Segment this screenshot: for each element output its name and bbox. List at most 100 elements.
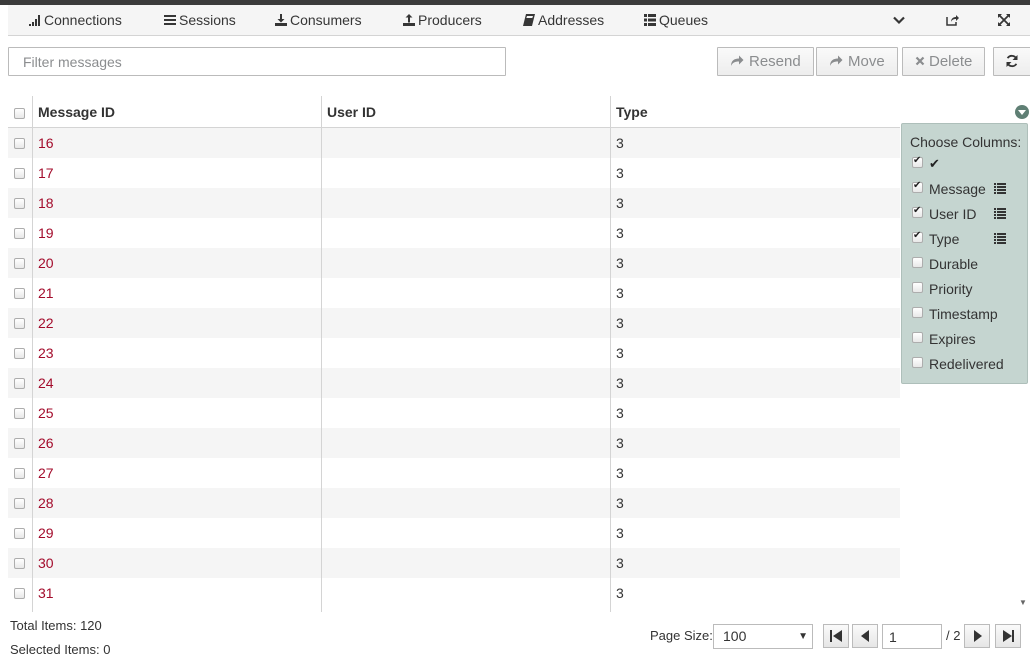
row-checkbox[interactable]	[14, 168, 25, 179]
row-checkbox[interactable]	[14, 228, 25, 239]
column-option-checkbox[interactable]	[912, 205, 923, 218]
table-row[interactable]: 19 3	[8, 218, 900, 248]
message-id-cell[interactable]: 21	[33, 278, 54, 308]
tab-sessions[interactable]: Sessions	[164, 5, 236, 36]
column-header-type[interactable]: Type	[611, 96, 648, 128]
column-option-checkbox[interactable]	[912, 155, 923, 168]
column-option[interactable]: Durable	[912, 254, 1024, 274]
row-checkbox[interactable]	[14, 318, 25, 329]
table-row[interactable]: 23 3	[8, 338, 900, 368]
message-id-cell[interactable]: 31	[33, 578, 54, 608]
message-id-cell[interactable]: 25	[33, 398, 54, 428]
column-header-user-id[interactable]: User ID	[322, 96, 376, 128]
tab-producers[interactable]: Producers	[403, 5, 482, 36]
table-row[interactable]: 30 3	[8, 548, 900, 578]
row-checkbox[interactable]	[14, 498, 25, 509]
column-option-checkbox[interactable]	[912, 307, 923, 318]
table-row[interactable]: 24 3	[8, 368, 900, 398]
column-option[interactable]: Priority	[912, 279, 1024, 299]
message-id-cell[interactable]: 19	[33, 218, 54, 248]
column-option-checkbox[interactable]	[912, 180, 923, 193]
resend-button[interactable]: Resend	[717, 47, 814, 76]
expand-icon[interactable]	[992, 5, 1016, 36]
row-checkbox[interactable]	[14, 528, 25, 539]
column-option-checkbox[interactable]	[912, 257, 923, 268]
message-id-cell[interactable]: 17	[33, 158, 54, 188]
refresh-button[interactable]	[993, 47, 1030, 76]
row-checkbox[interactable]	[14, 348, 25, 359]
table-row[interactable]: 18 3	[8, 188, 900, 218]
page-number-input[interactable]	[882, 624, 942, 649]
row-checkbox[interactable]	[14, 558, 25, 569]
column-option[interactable]: Type	[912, 229, 1024, 249]
table-row[interactable]: 20 3	[8, 248, 900, 278]
user-id-cell	[322, 338, 327, 368]
row-checkbox[interactable]	[14, 468, 25, 479]
move-button[interactable]: Move	[816, 47, 898, 76]
column-header-message-id[interactable]: Message ID	[33, 96, 115, 128]
table-row[interactable]: 26 3	[8, 428, 900, 458]
row-checkbox[interactable]	[14, 198, 25, 209]
message-id-cell[interactable]: 27	[33, 458, 54, 488]
message-id-cell[interactable]: 24	[33, 368, 54, 398]
message-id-cell[interactable]: 28	[33, 488, 54, 518]
select-all-checkbox[interactable]	[14, 108, 25, 119]
share-icon[interactable]	[940, 5, 964, 36]
column-option-checkbox[interactable]	[912, 230, 923, 243]
column-option[interactable]: Message ID	[912, 179, 1024, 199]
table-row[interactable]: 17 3	[8, 158, 900, 188]
scroll-down-arrow[interactable]: ▼	[1019, 598, 1027, 607]
page-size-select[interactable]: 100 ▼	[713, 624, 813, 649]
tab-connections[interactable]: Connections	[29, 5, 122, 36]
table-row[interactable]: 29 3	[8, 518, 900, 548]
column-option-checkbox[interactable]	[912, 332, 923, 343]
list-icon[interactable]	[994, 208, 1006, 219]
row-checkbox[interactable]	[14, 588, 25, 599]
next-page-button[interactable]	[964, 624, 990, 648]
column-chooser-toggle[interactable]	[1015, 105, 1029, 119]
column-option[interactable]: User ID	[912, 204, 1024, 224]
message-id-cell[interactable]: 26	[33, 428, 54, 458]
user-id-cell	[322, 158, 327, 188]
column-option[interactable]: Expires	[912, 329, 1024, 349]
table-row[interactable]: 25 3	[8, 398, 900, 428]
previous-page-button[interactable]	[852, 624, 878, 648]
message-id-cell[interactable]: 18	[33, 188, 54, 218]
table-row[interactable]: 22 3	[8, 308, 900, 338]
last-page-button[interactable]	[995, 624, 1021, 648]
list-icon[interactable]	[994, 233, 1006, 244]
first-page-button[interactable]	[823, 624, 849, 648]
table-row[interactable]: 31 3	[8, 578, 900, 608]
table-row[interactable]: 21 3	[8, 278, 900, 308]
table-row[interactable]: 27 3	[8, 458, 900, 488]
row-checkbox[interactable]	[14, 378, 25, 389]
messages-grid: Message ID User ID Type 16 3 17 3 18 3 19 3 20 3 2…	[8, 96, 900, 612]
tab-consumers[interactable]: Consumers	[275, 5, 362, 36]
column-option[interactable]: Timestamp	[912, 304, 1024, 324]
message-id-cell[interactable]: 30	[33, 548, 54, 578]
tab-addresses[interactable]: Addresses	[523, 5, 604, 36]
table-row[interactable]: 16 3	[8, 128, 900, 158]
column-option[interactable]: Redelivered	[912, 354, 1024, 374]
message-id-cell[interactable]: 20	[33, 248, 54, 278]
delete-button[interactable]: Delete	[902, 47, 986, 76]
message-id-cell[interactable]: 29	[33, 518, 54, 548]
filter-messages-input[interactable]	[8, 47, 506, 76]
row-checkbox[interactable]	[14, 138, 25, 149]
last-page-icon	[1003, 630, 1014, 642]
message-id-cell[interactable]: 16	[33, 128, 54, 158]
tab-queues[interactable]: Queues	[644, 5, 708, 36]
row-checkbox[interactable]	[14, 258, 25, 269]
message-id-cell[interactable]: 22	[33, 308, 54, 338]
message-id-cell[interactable]: 23	[33, 338, 54, 368]
row-checkbox[interactable]	[14, 408, 25, 419]
row-checkbox[interactable]	[14, 438, 25, 449]
table-row[interactable]: 28 3	[8, 488, 900, 518]
delete-label: Delete	[929, 53, 973, 70]
column-option-checkbox[interactable]	[912, 357, 923, 368]
chevron-down-icon[interactable]	[887, 5, 911, 36]
column-option[interactable]: ✔	[912, 154, 1024, 174]
column-option-checkbox[interactable]	[912, 282, 923, 293]
list-icon[interactable]	[994, 183, 1006, 194]
row-checkbox[interactable]	[14, 288, 25, 299]
